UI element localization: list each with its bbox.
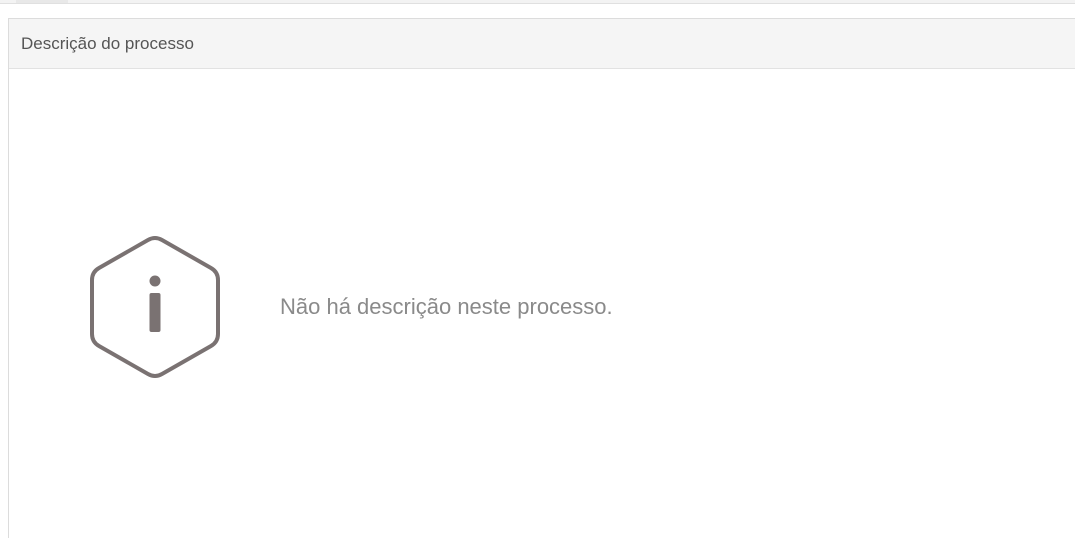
- info-hexagon-icon: [90, 236, 220, 378]
- empty-state-message: Não há descrição neste processo.: [280, 294, 613, 319]
- empty-state: Não há descrição neste processo.: [9, 69, 1075, 538]
- top-tab-edge: [16, 0, 68, 3]
- panel-title: Descrição do processo: [21, 33, 194, 53]
- panel-header: Descrição do processo: [9, 19, 1075, 69]
- process-description-panel: Descrição do processo Não há descrição n…: [8, 18, 1075, 538]
- top-tab-strip: [0, 0, 1075, 4]
